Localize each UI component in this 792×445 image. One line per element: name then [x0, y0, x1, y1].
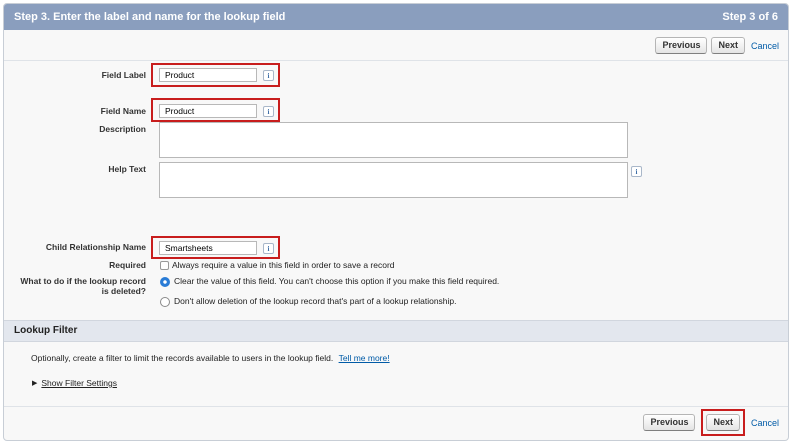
prevent-deletion-option-text: Don't allow deletion of the lookup recor… — [174, 296, 457, 306]
deletion-label-line2: is deleted? — [101, 286, 146, 296]
step-title: Step 3. Enter the label and name for the… — [14, 11, 286, 23]
next-button-top[interactable]: Next — [711, 37, 745, 54]
help-text-textarea[interactable] — [159, 162, 628, 198]
required-option-text: Always require a value in this field in … — [172, 260, 395, 270]
clear-value-option-text: Clear the value of this field. You can't… — [174, 276, 500, 286]
required-checkbox[interactable] — [160, 261, 169, 270]
clear-value-radio[interactable] — [160, 277, 170, 287]
lookup-filter-title: Lookup Filter — [14, 325, 78, 336]
cancel-link-top[interactable]: Cancel — [751, 41, 779, 51]
bottom-divider — [4, 406, 788, 407]
lookup-filter-description-text: Optionally, create a filter to limit the… — [31, 353, 334, 363]
next-button-bottom[interactable]: Next — [706, 414, 740, 431]
info-icon[interactable]: i — [263, 243, 274, 254]
required-label: Required — [109, 260, 146, 270]
child-relationship-input[interactable] — [159, 241, 257, 255]
deletion-label: What to do if the lookup record is delet… — [6, 276, 146, 296]
wizard-page: Step 3. Enter the label and name for the… — [3, 3, 789, 441]
help-text-label: Help Text — [108, 164, 146, 174]
description-label: Description — [99, 124, 146, 134]
lookup-filter-description: Optionally, create a filter to limit the… — [31, 353, 390, 363]
previous-button-bottom[interactable]: Previous — [643, 414, 696, 431]
previous-button-top[interactable]: Previous — [655, 37, 708, 54]
prevent-deletion-radio[interactable] — [160, 297, 170, 307]
info-icon[interactable]: i — [263, 70, 274, 81]
description-textarea[interactable] — [159, 122, 628, 158]
top-divider — [4, 60, 788, 61]
field-label-input[interactable] — [159, 68, 257, 82]
field-name-input[interactable] — [159, 104, 257, 118]
info-icon[interactable]: i — [631, 166, 642, 177]
triangle-right-icon: ▶ — [32, 380, 38, 387]
tell-me-more-link[interactable]: Tell me more! — [339, 353, 390, 363]
field-label-label: Field Label — [101, 70, 146, 80]
cancel-link-bottom[interactable]: Cancel — [751, 418, 779, 428]
bottom-button-row: Previous Next Cancel — [643, 409, 779, 436]
field-name-label: Field Name — [100, 106, 146, 116]
top-button-row: Previous Next Cancel — [655, 37, 779, 54]
info-icon[interactable]: i — [263, 106, 274, 117]
lookup-filter-section-header: Lookup Filter — [4, 320, 788, 342]
deletion-label-line1: What to do if the lookup record — [20, 276, 146, 286]
step-counter: Step 3 of 6 — [722, 11, 778, 23]
next-button-highlight: Next — [701, 409, 745, 436]
show-filter-settings-toggle[interactable]: ▶ Show Filter Settings — [32, 378, 117, 388]
show-filter-settings-label: Show Filter Settings — [41, 378, 117, 388]
child-relationship-label: Child Relationship Name — [45, 242, 146, 252]
step-header: Step 3. Enter the label and name for the… — [4, 4, 788, 30]
